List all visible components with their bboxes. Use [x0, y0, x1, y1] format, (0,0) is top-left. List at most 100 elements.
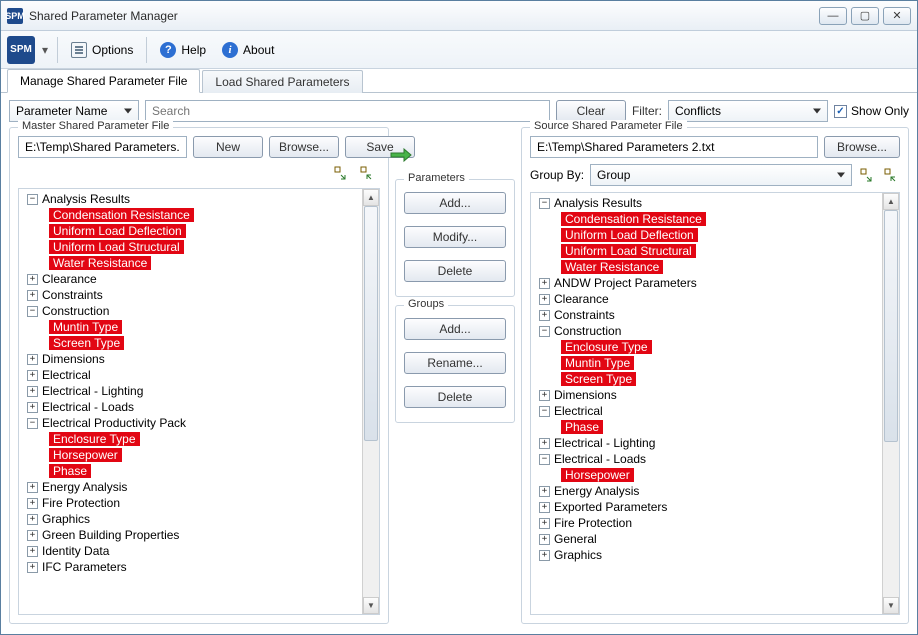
tree-item[interactable]: Screen Type [49, 335, 360, 351]
collapse-icon[interactable]: − [539, 454, 550, 465]
expand-icon[interactable]: + [27, 402, 38, 413]
clear-button[interactable]: Clear [556, 100, 626, 122]
scroll-thumb[interactable] [364, 206, 378, 441]
tree-group[interactable]: +Electrical - Lighting [533, 435, 880, 451]
expand-icon[interactable]: + [27, 370, 38, 381]
group-add-button[interactable]: Add... [404, 318, 506, 340]
tree-group[interactable]: +Clearance [533, 291, 880, 307]
swap-icon[interactable] [390, 148, 412, 167]
collapse-icon[interactable]: − [539, 198, 550, 209]
expand-icon[interactable]: + [539, 486, 550, 497]
expand-icon[interactable]: + [539, 502, 550, 513]
tree-group[interactable]: +Fire Protection [533, 515, 880, 531]
source-tree[interactable]: −Analysis ResultsCondensation Resistance… [531, 193, 882, 614]
tree-item[interactable]: Phase [49, 463, 360, 479]
tree-group[interactable]: +Exported Parameters [533, 499, 880, 515]
expand-all-icon[interactable] [858, 166, 876, 184]
expand-icon[interactable]: + [539, 294, 550, 305]
tree-item[interactable]: Horsepower [49, 447, 360, 463]
expand-icon[interactable]: + [539, 278, 550, 289]
tree-item[interactable]: Uniform Load Structural [561, 243, 880, 259]
tree-group[interactable]: −Analysis Results [533, 195, 880, 211]
tree-group[interactable]: +General [533, 531, 880, 547]
tree-group[interactable]: −Construction [21, 303, 360, 319]
collapse-icon[interactable]: − [27, 194, 38, 205]
scroll-up-icon[interactable]: ▲ [363, 189, 379, 206]
param-delete-button[interactable]: Delete [404, 260, 506, 282]
tree-group[interactable]: −Electrical [533, 403, 880, 419]
expand-icon[interactable]: + [27, 514, 38, 525]
minimize-button[interactable]: — [819, 7, 847, 25]
expand-icon[interactable]: + [27, 562, 38, 573]
expand-icon[interactable]: + [27, 354, 38, 365]
tree-item[interactable]: Muntin Type [49, 319, 360, 335]
tree-group[interactable]: +Dimensions [533, 387, 880, 403]
collapse-icon[interactable]: − [27, 418, 38, 429]
tree-group[interactable]: +Dimensions [21, 351, 360, 367]
expand-icon[interactable]: + [27, 290, 38, 301]
tree-group[interactable]: +Identity Data [21, 543, 360, 559]
tree-group[interactable]: +Electrical [21, 367, 360, 383]
master-tree[interactable]: −Analysis ResultsCondensation Resistance… [19, 189, 362, 614]
tree-group[interactable]: +Graphics [21, 511, 360, 527]
source-path-input[interactable] [530, 136, 818, 158]
expand-icon[interactable]: + [27, 482, 38, 493]
help-button[interactable]: ? Help [153, 36, 213, 64]
tree-group[interactable]: +ANDW Project Parameters [533, 275, 880, 291]
tree-group[interactable]: −Electrical - Loads [533, 451, 880, 467]
collapse-icon[interactable]: − [27, 306, 38, 317]
tree-group[interactable]: +Constraints [21, 287, 360, 303]
expand-icon[interactable]: + [27, 274, 38, 285]
tree-group[interactable]: +Energy Analysis [533, 483, 880, 499]
show-only-checkbox[interactable]: ✓ Show Only [834, 104, 909, 118]
filter-dropdown[interactable]: Conflicts [668, 100, 828, 122]
tree-item[interactable]: Water Resistance [49, 255, 360, 271]
tree-item[interactable]: Enclosure Type [49, 431, 360, 447]
tree-group[interactable]: +Graphics [533, 547, 880, 563]
collapse-icon[interactable]: − [539, 326, 550, 337]
tree-group[interactable]: +Clearance [21, 271, 360, 287]
master-scrollbar[interactable]: ▲ ▼ [362, 189, 379, 614]
toolbar-logo-dropdown[interactable]: ▾ [39, 36, 51, 64]
search-input[interactable] [145, 100, 550, 122]
group-delete-button[interactable]: Delete [404, 386, 506, 408]
collapse-all-icon[interactable] [882, 166, 900, 184]
maximize-button[interactable]: ▢ [851, 7, 879, 25]
tree-item[interactable]: Muntin Type [561, 355, 880, 371]
master-browse-button[interactable]: Browse... [269, 136, 339, 158]
scroll-up-icon[interactable]: ▲ [883, 193, 899, 210]
tree-group[interactable]: +Fire Protection [21, 495, 360, 511]
expand-icon[interactable]: + [27, 386, 38, 397]
param-add-button[interactable]: Add... [404, 192, 506, 214]
expand-icon[interactable]: + [539, 518, 550, 529]
tree-group[interactable]: +IFC Parameters [21, 559, 360, 575]
tree-group[interactable]: +Energy Analysis [21, 479, 360, 495]
tree-group[interactable]: +Constraints [533, 307, 880, 323]
scroll-down-icon[interactable]: ▼ [883, 597, 899, 614]
tree-item[interactable]: Condensation Resistance [561, 211, 880, 227]
tree-group[interactable]: +Electrical - Loads [21, 399, 360, 415]
tree-group[interactable]: +Green Building Properties [21, 527, 360, 543]
expand-icon[interactable]: + [539, 550, 550, 561]
scroll-track[interactable] [363, 206, 379, 597]
expand-icon[interactable]: + [27, 530, 38, 541]
groupby-dropdown[interactable]: Group [590, 164, 852, 186]
tree-item[interactable]: Water Resistance [561, 259, 880, 275]
group-rename-button[interactable]: Rename... [404, 352, 506, 374]
scroll-down-icon[interactable]: ▼ [363, 597, 379, 614]
tree-group[interactable]: −Construction [533, 323, 880, 339]
scroll-track[interactable] [883, 210, 899, 597]
expand-icon[interactable]: + [539, 438, 550, 449]
expand-icon[interactable]: + [27, 498, 38, 509]
search-field-dropdown[interactable]: Parameter Name [9, 100, 139, 122]
collapse-all-icon[interactable] [358, 164, 376, 182]
tree-item[interactable]: Screen Type [561, 371, 880, 387]
param-modify-button[interactable]: Modify... [404, 226, 506, 248]
tree-item[interactable]: Uniform Load Structural [49, 239, 360, 255]
tree-item[interactable]: Enclosure Type [561, 339, 880, 355]
tree-item[interactable]: Uniform Load Deflection [49, 223, 360, 239]
tree-item[interactable]: Condensation Resistance [49, 207, 360, 223]
scroll-thumb[interactable] [884, 210, 898, 442]
expand-icon[interactable]: + [539, 390, 550, 401]
source-browse-button[interactable]: Browse... [824, 136, 900, 158]
